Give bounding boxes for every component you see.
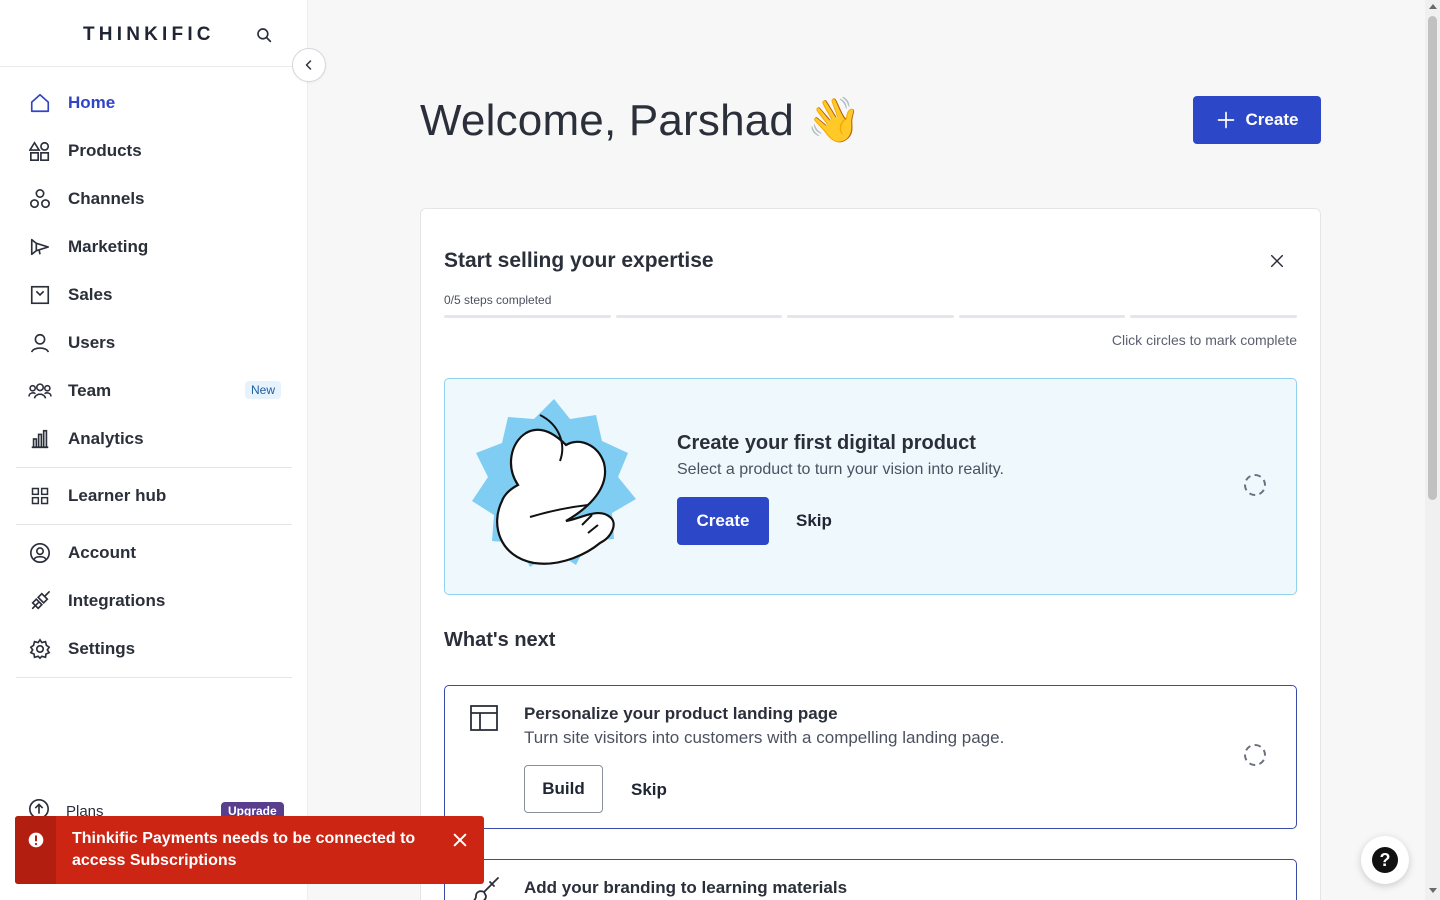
create-product-step: Create your first digital product Select… <box>444 378 1297 595</box>
sidebar-item-home[interactable]: Home <box>0 79 308 127</box>
sidebar-item-label: Sales <box>68 285 113 304</box>
sidebar-item-account[interactable]: Account <box>0 529 308 577</box>
page-scrollbar[interactable] <box>1425 0 1440 900</box>
steps-progress-bar <box>444 315 1297 318</box>
scroll-up-arrow-icon[interactable] <box>1429 4 1437 9</box>
sidebar-item-label: Integrations <box>68 591 166 610</box>
thinkific-logo[interactable]: THINKIFIC <box>83 24 215 46</box>
product-illustration <box>472 399 636 567</box>
layout-icon <box>470 705 498 731</box>
sidebar-item-analytics[interactable]: Analytics <box>0 415 308 463</box>
sidebar-item-learner-hub[interactable]: Learner hub <box>0 472 308 520</box>
sidebar-item-settings[interactable]: Settings <box>0 625 308 673</box>
sidebar-item-team[interactable]: Team New <box>0 367 308 415</box>
sidebar-item-label: Settings <box>68 639 136 658</box>
branding-step: Add your branding to learning materials <box>444 859 1297 900</box>
progress-segment <box>958 315 1126 318</box>
progress-segment <box>615 315 783 318</box>
create-button-label: Create <box>1245 110 1299 129</box>
channels-icon <box>28 187 52 211</box>
nav-divider <box>16 524 292 525</box>
sidebar-item-integrations[interactable]: Integrations <box>0 577 308 625</box>
step-description: Turn site visitors into customers with a… <box>524 728 1005 747</box>
close-icon[interactable] <box>1269 253 1285 269</box>
progress-segment <box>1130 315 1297 318</box>
sidebar-item-label: Account <box>68 543 136 562</box>
build-button[interactable]: Build <box>524 765 603 813</box>
steps-progress-text: 0/5 steps completed <box>444 293 552 307</box>
sidebar-nav: Home Products Channels Marketing Sales U… <box>0 79 308 682</box>
close-icon[interactable] <box>452 832 468 848</box>
help-button[interactable]: ? <box>1361 836 1409 884</box>
shapes-icon <box>28 139 52 163</box>
sidebar-item-label: Home <box>68 93 116 112</box>
page-title: Welcome, Parshad 👋 <box>420 96 862 145</box>
mark-complete-circle[interactable] <box>1244 474 1266 496</box>
search-icon[interactable] <box>255 26 273 44</box>
alert-icon <box>15 816 56 884</box>
home-icon <box>28 91 52 115</box>
card-title: Start selling your expertise <box>444 249 714 272</box>
user-icon <box>28 331 52 355</box>
scroll-down-arrow-icon[interactable] <box>1429 888 1437 893</box>
bar-chart-icon <box>28 427 52 451</box>
gear-icon <box>28 637 52 661</box>
create-button[interactable]: Create <box>1193 96 1321 144</box>
progress-segment <box>444 315 611 318</box>
sales-icon <box>28 283 52 307</box>
hint-text: Click circles to mark complete <box>1111 332 1297 348</box>
step-title: Personalize your product landing page <box>524 704 838 723</box>
scrollbar-thumb[interactable] <box>1428 16 1437 500</box>
nav-divider <box>16 677 292 678</box>
plus-icon <box>1217 111 1234 129</box>
plug-icon <box>28 589 52 613</box>
sidebar-item-channels[interactable]: Channels <box>0 175 308 223</box>
whats-next-heading: What's next <box>444 629 556 651</box>
toast-message: Thinkific Payments needs to be connected… <box>72 830 416 869</box>
question-mark-icon: ? <box>1372 847 1398 873</box>
error-toast: Thinkific Payments needs to be connected… <box>15 816 484 884</box>
sidebar-item-products[interactable]: Products <box>0 127 308 175</box>
sidebar-item-label: Users <box>68 333 116 352</box>
sidebar-item-users[interactable]: Users <box>0 319 308 367</box>
skip-button[interactable]: Skip <box>796 511 832 531</box>
sidebar-item-label: Learner hub <box>68 486 167 505</box>
collapse-sidebar-button[interactable] <box>292 48 326 82</box>
nav-divider <box>16 467 292 468</box>
team-icon <box>28 379 52 403</box>
sidebar-item-label: Team <box>68 381 112 400</box>
progress-segment <box>787 315 954 318</box>
step-description: Select a product to turn your vision int… <box>677 461 1004 478</box>
sidebar-item-label: Analytics <box>68 429 144 448</box>
sidebar-header: THINKIFIC <box>0 0 307 67</box>
sidebar-item-marketing[interactable]: Marketing <box>0 223 308 271</box>
sidebar-item-sales[interactable]: Sales <box>0 271 308 319</box>
mark-complete-circle[interactable] <box>1244 744 1266 766</box>
chevron-left-icon <box>305 60 312 70</box>
skip-button[interactable]: Skip <box>631 780 667 800</box>
landing-page-step: Personalize your product landing page Tu… <box>444 685 1297 829</box>
step-title: Create your first digital product <box>677 432 976 454</box>
sidebar-item-label: Channels <box>68 189 145 208</box>
create-product-button[interactable]: Create <box>677 497 769 545</box>
sidebar-item-label: Marketing <box>68 237 149 256</box>
megaphone-icon <box>28 235 52 259</box>
sidebar-item-label: Products <box>68 141 142 160</box>
grid-icon <box>28 484 52 508</box>
account-icon <box>28 541 52 565</box>
new-badge: New <box>245 381 282 399</box>
onboarding-card: Start selling your expertise 0/5 steps c… <box>420 208 1321 900</box>
step-title: Add your branding to learning materials <box>524 878 848 897</box>
sidebar: THINKIFIC Home Products Channels Marketi… <box>0 0 308 900</box>
